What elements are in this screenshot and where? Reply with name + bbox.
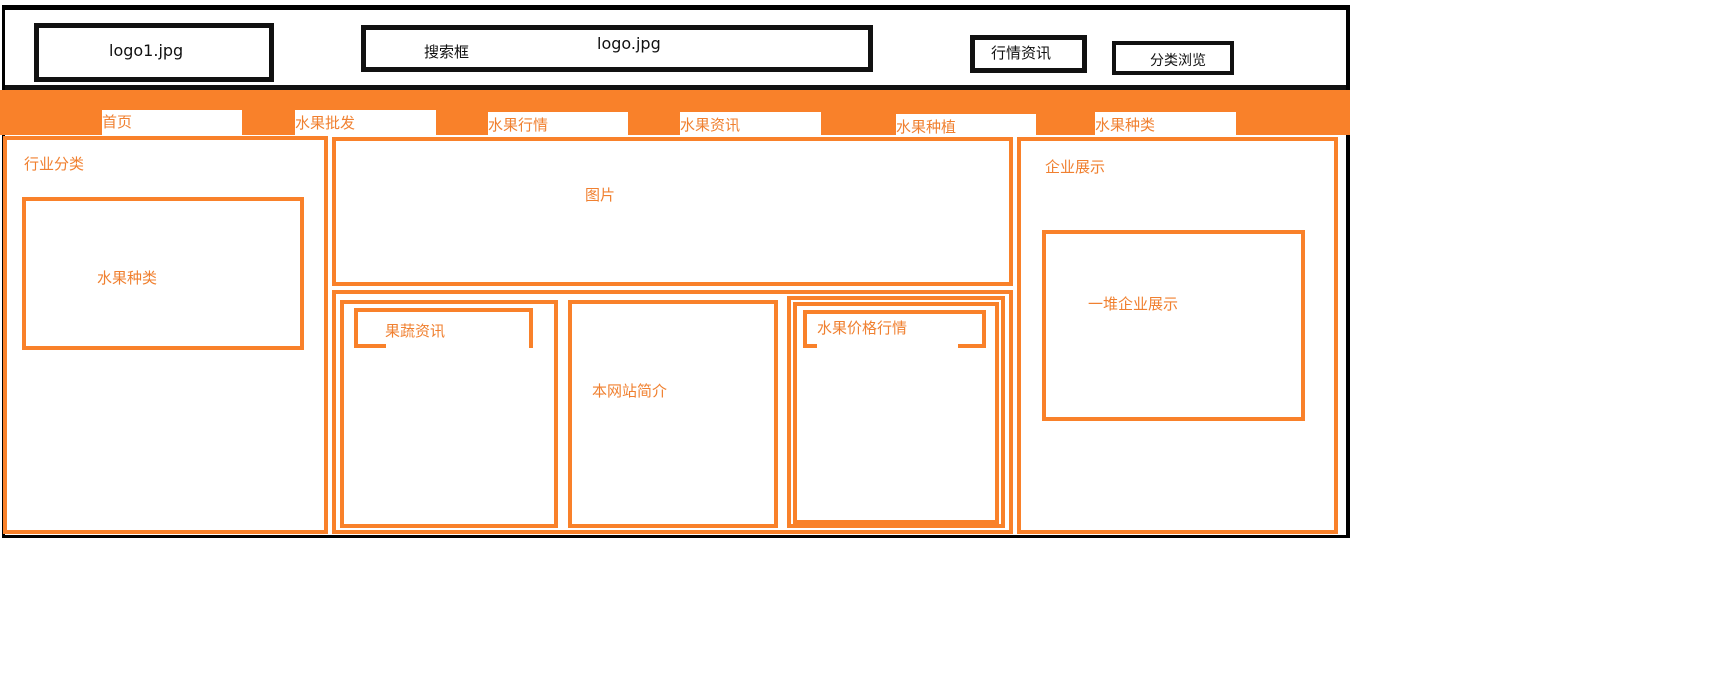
banner-label: 图片 bbox=[585, 186, 616, 204]
search-label: 搜索框 bbox=[424, 43, 470, 61]
intro-box bbox=[568, 300, 778, 528]
nav-tab-home-label: 首页 bbox=[102, 113, 133, 131]
left-inner-box bbox=[22, 197, 304, 350]
banner-box bbox=[332, 137, 1013, 286]
logo-label: logo.jpg bbox=[597, 34, 661, 53]
nav-tab-varieties-label: 水果种类 bbox=[1095, 116, 1156, 134]
logo1-label: logo1.jpg bbox=[109, 41, 184, 60]
browse-button-label: 分类浏览 bbox=[1150, 53, 1206, 69]
right-inner-label: 一堆企业展示 bbox=[1088, 295, 1179, 313]
intro-label: 本网站简介 bbox=[592, 382, 668, 400]
price-label: 水果价格行情 bbox=[817, 319, 908, 337]
nav-tab-news-label: 水果资讯 bbox=[680, 116, 741, 134]
right-inner-box bbox=[1042, 230, 1305, 421]
left-panel-title: 行业分类 bbox=[24, 155, 85, 173]
nav-tab-wholesale-label: 水果批发 bbox=[295, 114, 356, 132]
nav-tab-market-label: 水果行情 bbox=[488, 116, 549, 134]
news-tab-bracket-foot bbox=[354, 344, 386, 348]
right-panel-title: 企业展示 bbox=[1045, 158, 1106, 176]
news-label: 果蔬资讯 bbox=[385, 322, 446, 340]
price-tab-bracket-foot-right bbox=[958, 344, 986, 348]
left-inner-label: 水果种类 bbox=[97, 269, 158, 287]
nav-tab-planting-label: 水果种植 bbox=[896, 118, 957, 136]
price-tab-bracket-foot-left bbox=[803, 344, 817, 348]
news-button-label: 行情资讯 bbox=[991, 44, 1052, 62]
